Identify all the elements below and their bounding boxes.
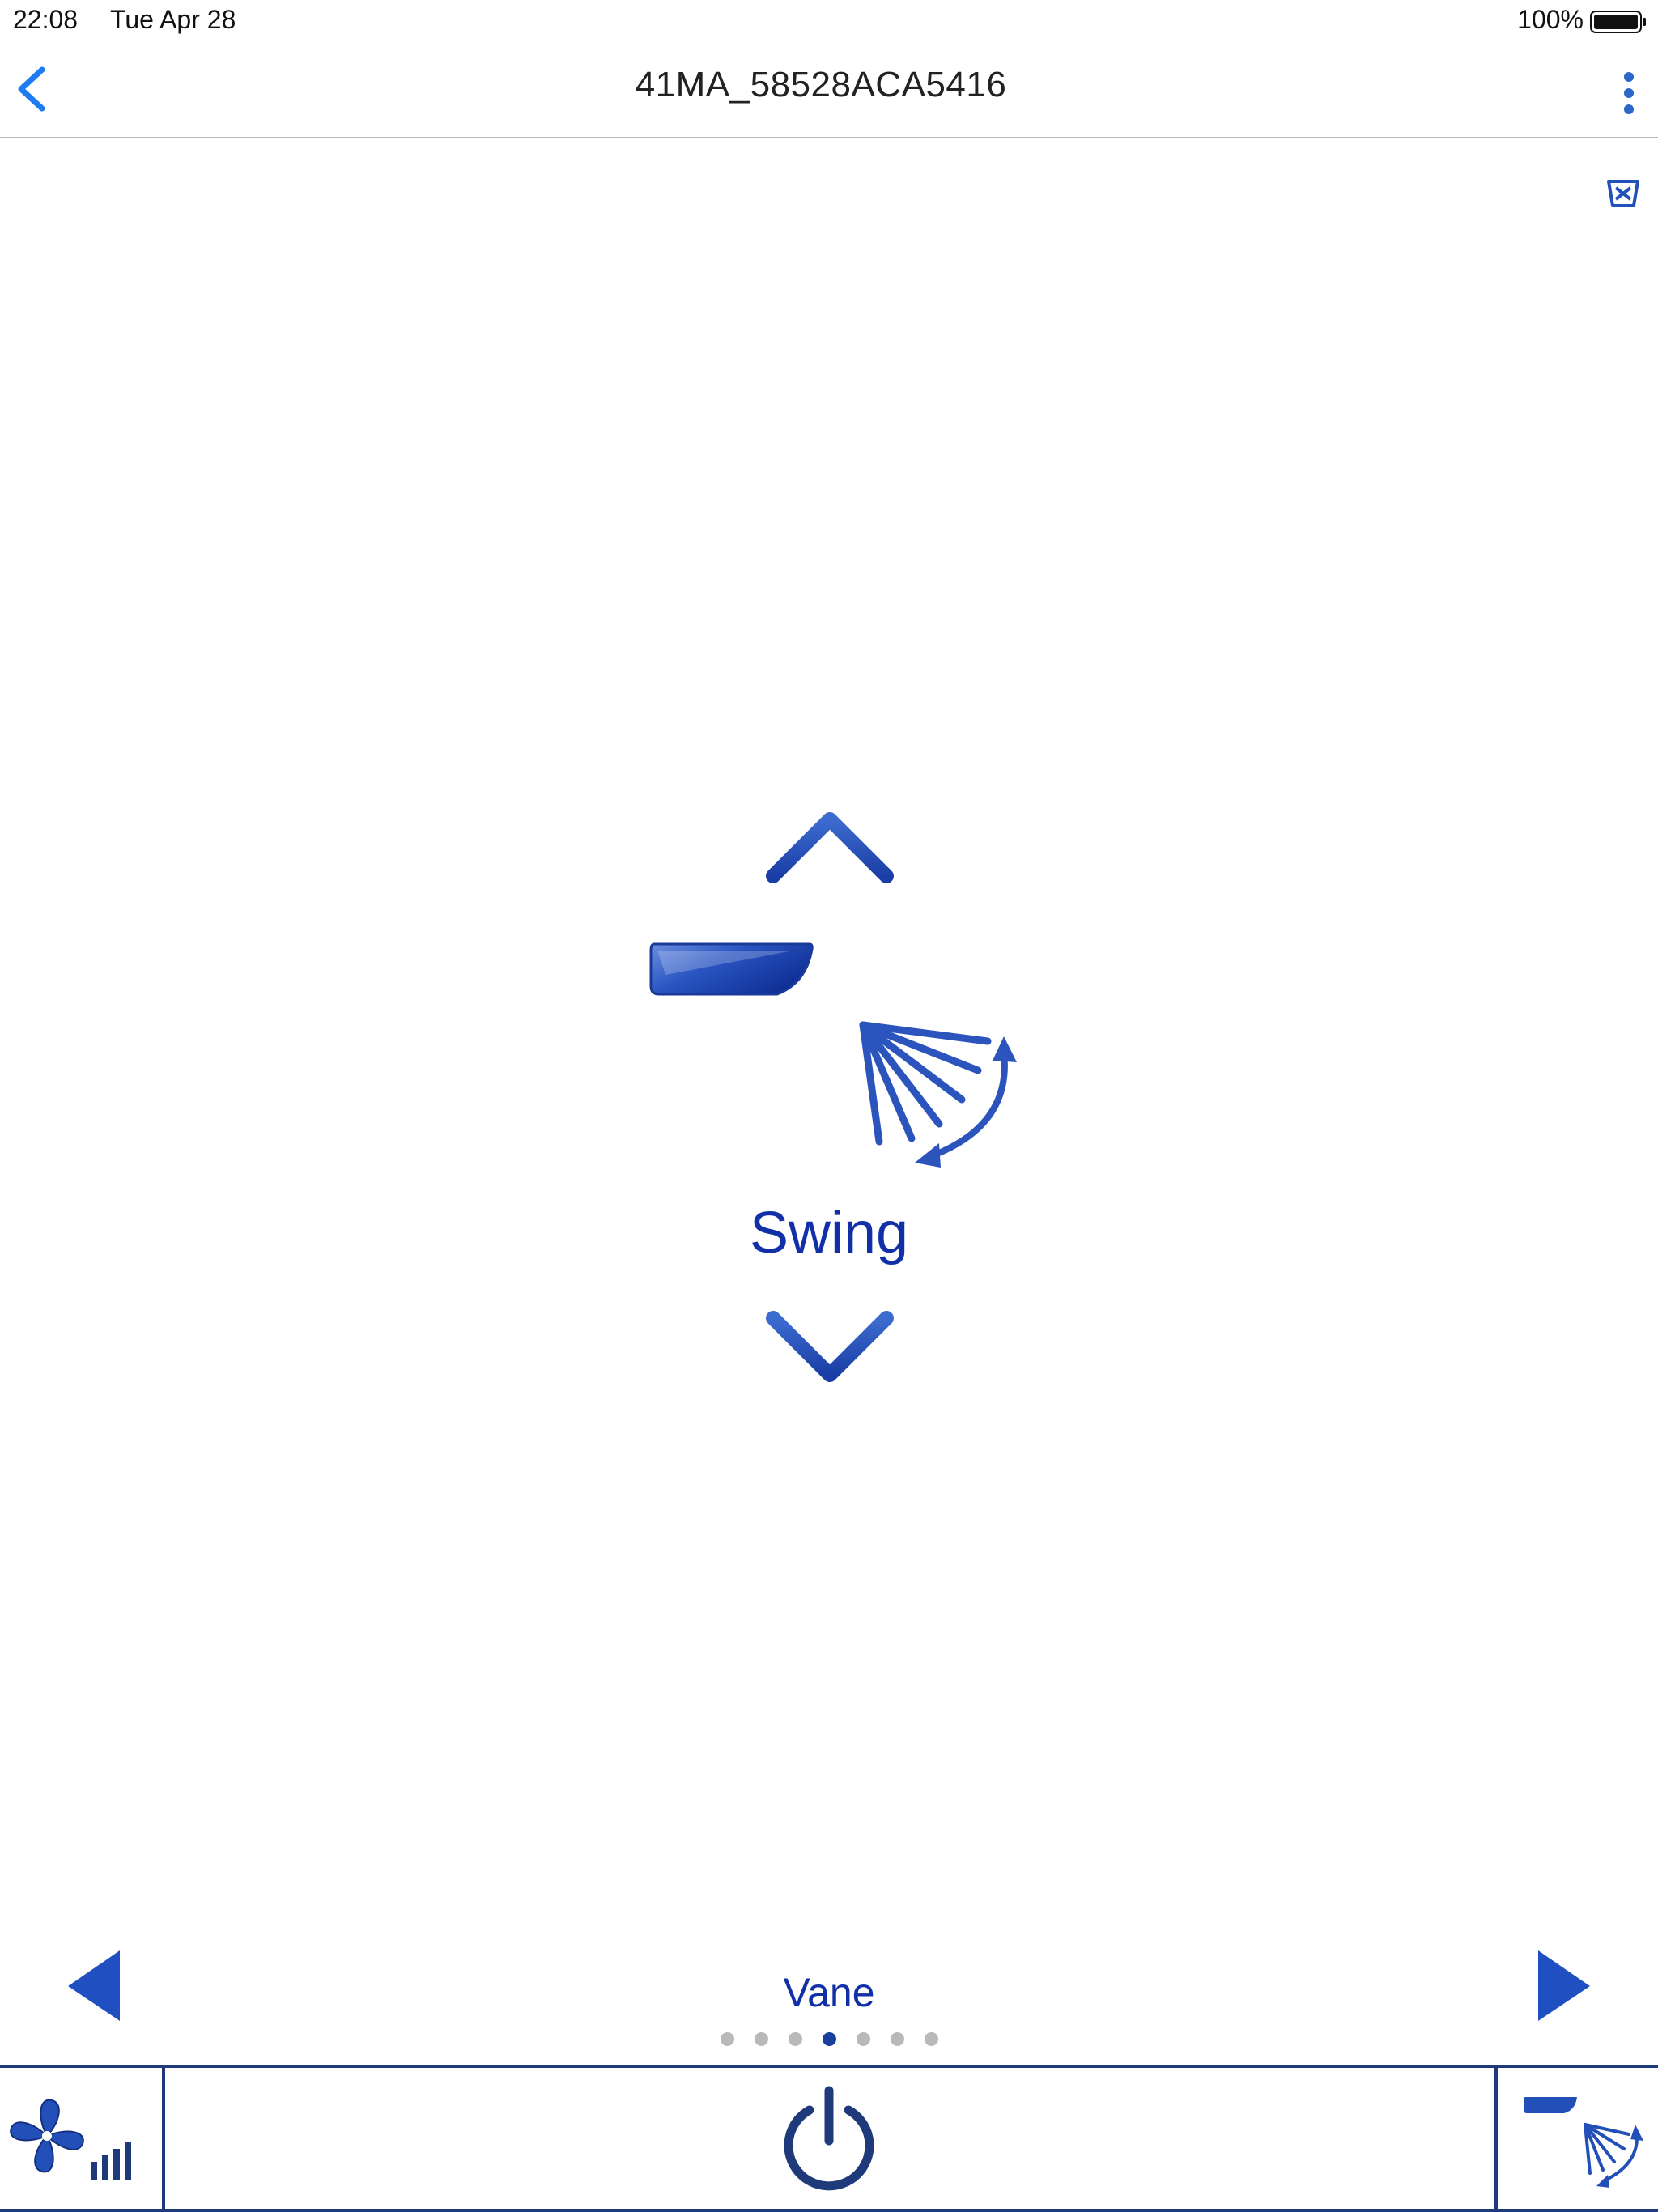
page-dot-active[interactable] bbox=[822, 2032, 836, 2046]
battery-icon bbox=[1590, 11, 1646, 33]
bottom-toolbar bbox=[0, 2065, 1658, 2212]
swing-icon bbox=[859, 1021, 1017, 1168]
navigation-bar: 41MA_58528ACA5416 bbox=[0, 42, 1658, 138]
status-time: 22:08 bbox=[13, 5, 79, 34]
vane-down-button[interactable] bbox=[765, 1308, 895, 1385]
next-page-button[interactable] bbox=[1535, 1947, 1593, 2024]
battery-percentage: 100% bbox=[1517, 5, 1584, 34]
remote-icon[interactable] bbox=[1606, 177, 1640, 209]
page-title: 41MA_58528ACA5416 bbox=[635, 65, 1007, 104]
status-date: Tue Apr 28 bbox=[110, 5, 236, 34]
fan-speed-button[interactable] bbox=[0, 2068, 162, 2209]
page-indicator bbox=[0, 2032, 1658, 2046]
status-bar: 22:08 Tue Apr 28 100% bbox=[0, 0, 1658, 42]
vane-swing-button[interactable] bbox=[1499, 2068, 1658, 2209]
page-dot[interactable] bbox=[754, 2032, 768, 2046]
more-options-icon[interactable] bbox=[1619, 71, 1639, 115]
page-dot[interactable] bbox=[890, 2032, 904, 2046]
power-button[interactable] bbox=[777, 2082, 881, 2196]
toolbar-divider bbox=[162, 2068, 165, 2209]
page-dot[interactable] bbox=[856, 2032, 870, 2046]
toolbar-divider bbox=[1494, 2068, 1498, 2209]
page-dot[interactable] bbox=[924, 2032, 938, 2046]
vane-up-button[interactable] bbox=[765, 810, 895, 887]
vane-icon bbox=[649, 942, 814, 996]
page-label: Vane bbox=[783, 1970, 875, 2015]
page-dot[interactable] bbox=[788, 2032, 802, 2046]
vane-mode-label: Swing bbox=[749, 1201, 909, 1266]
page-dot[interactable] bbox=[720, 2032, 734, 2046]
